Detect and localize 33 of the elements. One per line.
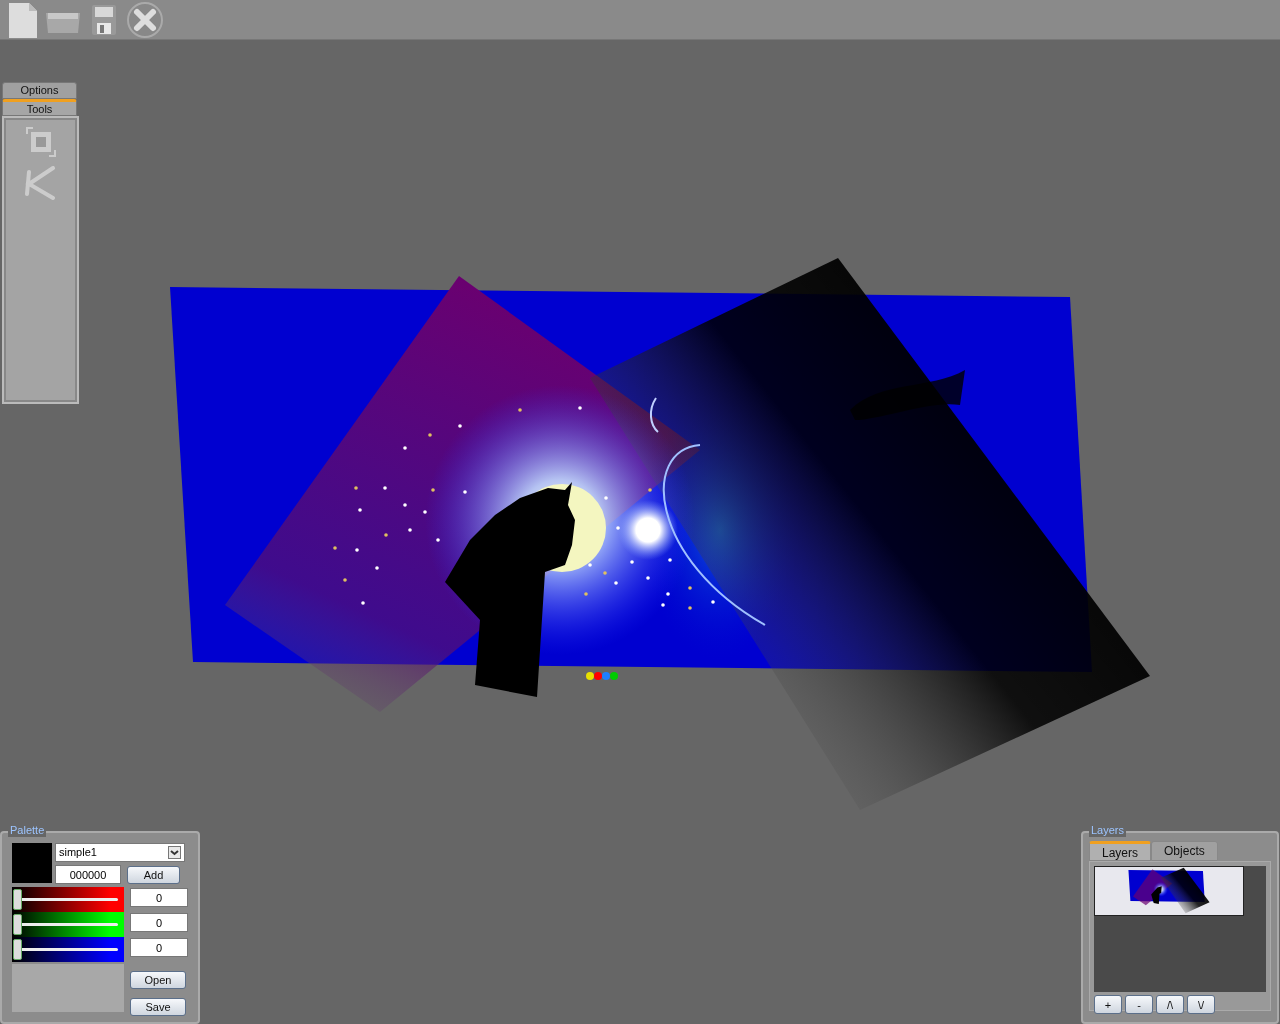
open-button[interactable]: Open bbox=[130, 971, 186, 989]
layer-order-button[interactable]: + bbox=[1094, 995, 1122, 1014]
hex-field[interactable]: 000000 bbox=[55, 865, 121, 884]
add-button[interactable]: Add bbox=[127, 865, 180, 884]
layer-order-button[interactable]: - bbox=[1125, 995, 1153, 1014]
layer-order-button[interactable]: /\ bbox=[1156, 995, 1184, 1014]
slider-thumb[interactable] bbox=[13, 889, 22, 910]
panel-tab[interactable]: Objects bbox=[1151, 841, 1218, 861]
panel-tab[interactable]: Layers bbox=[1089, 841, 1152, 861]
channel-slider[interactable] bbox=[12, 937, 124, 962]
close-icon[interactable] bbox=[126, 0, 164, 39]
preset-dropdown[interactable]: simple1 bbox=[55, 843, 185, 862]
slider-thumb[interactable] bbox=[13, 914, 22, 935]
color-swatch bbox=[12, 843, 52, 883]
panel-title: Layers bbox=[1089, 824, 1127, 837]
control-handle[interactable] bbox=[602, 672, 610, 680]
layer-thumbnail[interactable] bbox=[1094, 866, 1244, 916]
panel-tab[interactable]: Options bbox=[2, 82, 77, 99]
channel-value-field[interactable]: 0 bbox=[130, 913, 188, 932]
panel-tab[interactable]: Tools bbox=[2, 99, 77, 116]
panel-title: Palette bbox=[8, 824, 47, 837]
channel-value-field[interactable]: 0 bbox=[130, 938, 188, 957]
preset-value: simple1 bbox=[59, 845, 97, 861]
control-handle[interactable] bbox=[586, 672, 594, 680]
layer-order-button[interactable]: \/ bbox=[1187, 995, 1215, 1014]
channel-slider[interactable] bbox=[12, 912, 124, 937]
dropdown-caret-icon bbox=[168, 846, 181, 859]
channel-slider[interactable] bbox=[12, 887, 124, 912]
control-handle[interactable] bbox=[610, 672, 618, 680]
channel-value-field[interactable]: 0 bbox=[130, 888, 188, 907]
slider-thumb[interactable] bbox=[13, 939, 22, 960]
control-handle[interactable] bbox=[594, 672, 602, 680]
save-button[interactable]: Save bbox=[130, 998, 186, 1016]
